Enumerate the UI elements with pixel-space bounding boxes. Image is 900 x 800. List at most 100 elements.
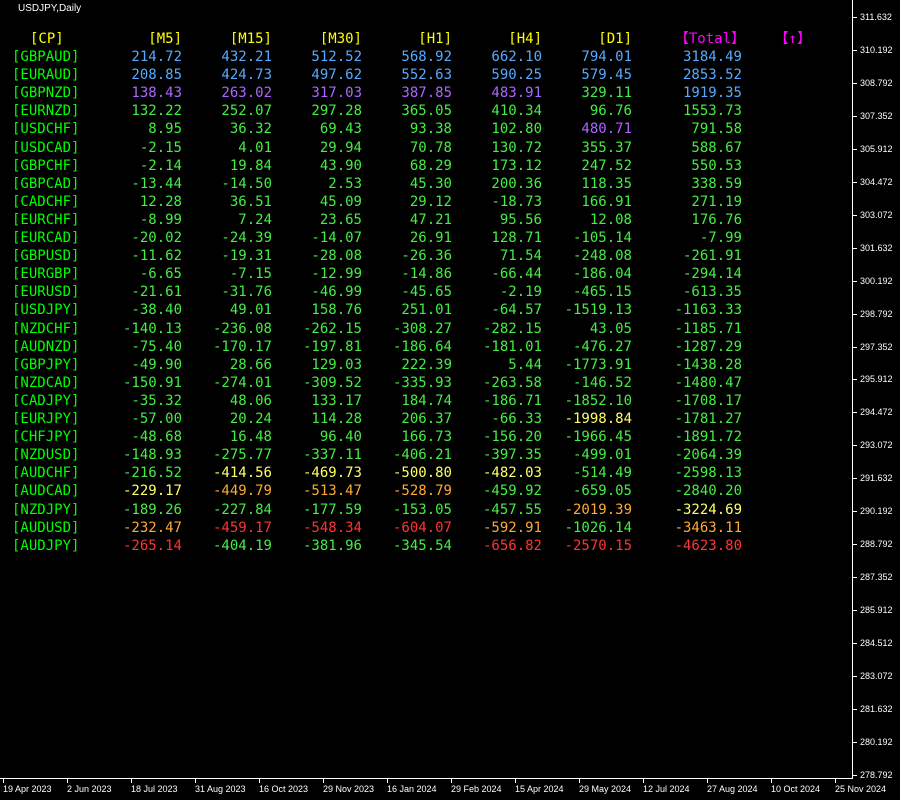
- value-cell: -1781.27: [674, 411, 742, 427]
- chart-area[interactable]: USDJPY,Daily [CP] [M5] [M15] [M30] [H1] [H4][…: [0, 0, 853, 779]
- value-cell: -156.20: [482, 429, 542, 446]
- value-cell: -457.55: [482, 501, 542, 518]
- price-label: 300.192: [860, 275, 893, 286]
- value-cell: 36.51: [229, 193, 272, 210]
- header-sort-arrow: 【↑】: [774, 31, 811, 47]
- value-cell: -274.01: [212, 374, 272, 391]
- time-tick: [259, 779, 260, 783]
- value-cell: 43.05: [589, 320, 632, 337]
- price-tick: [853, 82, 857, 84]
- value-cell: -20.02: [131, 230, 182, 246]
- time-tick: [131, 779, 132, 783]
- price-label: 283.072: [860, 671, 893, 681]
- time-tick: [643, 779, 644, 783]
- pair-label: [EURAUD]: [12, 67, 80, 84]
- value-cell: -1708.17: [674, 392, 742, 409]
- value-cell: 8.95: [148, 121, 182, 138]
- time-label: 18 Jul 2023: [131, 784, 178, 794]
- price-label: 305.912: [860, 143, 893, 154]
- value-cell: -613.35: [682, 284, 742, 301]
- pair-label: [AUDUSD]: [12, 519, 80, 536]
- value-cell: -459.17: [212, 519, 272, 536]
- time-tick: [515, 779, 516, 783]
- value-cell: 138.43: [131, 85, 182, 102]
- time-tick: [195, 779, 196, 783]
- value-cell: 133.17: [311, 392, 362, 409]
- pair-label: [USDCHF]: [12, 121, 80, 138]
- price-label: 288.792: [860, 539, 893, 550]
- header-h1: [H1]: [418, 31, 452, 47]
- value-cell: 662.10: [491, 49, 542, 65]
- price-tick: [853, 412, 857, 414]
- value-cell: -189.26: [122, 501, 182, 518]
- value-cell: 48.06: [229, 392, 272, 409]
- pair-label: [AUDJPY]: [12, 537, 80, 554]
- value-cell: 158.76: [311, 302, 362, 319]
- value-cell: 28.66: [229, 356, 272, 373]
- price-axis[interactable]: 311.632 310.192 308.792 307.352 305.912 304.4…: [853, 0, 900, 780]
- value-cell: -2570.15: [564, 537, 632, 554]
- value-cell: 69.43: [319, 121, 362, 138]
- price-label: 284.512: [860, 638, 893, 649]
- value-cell: 263.02: [221, 85, 272, 102]
- value-cell: -49.90: [131, 356, 182, 373]
- value-cell: 96.76: [589, 103, 632, 120]
- value-cell: -604.07: [392, 519, 452, 536]
- value-cell: 338.59: [691, 175, 742, 192]
- time-label: 25 Nov 2024: [835, 784, 887, 794]
- value-cell: -1480.47: [674, 374, 742, 391]
- value-cell: -282.15: [482, 320, 542, 337]
- price-label: 294.472: [860, 407, 893, 418]
- value-cell: -153.05: [392, 501, 452, 518]
- value-cell: -48.68: [131, 429, 182, 446]
- price-tick: [853, 741, 857, 743]
- time-axis[interactable]: 19 Apr 2023 2 Jun 2023 18 Jul 2023 31 Aug 2…: [0, 779, 886, 800]
- time-tick: [579, 779, 580, 783]
- value-cell: 29.94: [319, 139, 362, 156]
- value-cell: -186.04: [572, 266, 632, 283]
- value-cell: -263.58: [482, 374, 542, 391]
- header-m30: [M30]: [319, 31, 362, 47]
- value-cell: 365.05: [401, 103, 452, 120]
- value-cell: 5.44: [508, 356, 542, 373]
- pair-label: [GBPUSD]: [12, 248, 80, 265]
- value-cell: -528.79: [392, 483, 452, 500]
- header-cp: [CP]: [30, 31, 64, 47]
- value-cell: 1553.73: [682, 103, 742, 120]
- value-cell: -548.34: [302, 519, 362, 536]
- time-label: 15 Apr 2024: [515, 784, 564, 794]
- value-cell: -148.93: [122, 447, 182, 464]
- value-cell: -12.99: [311, 266, 362, 283]
- value-cell: 588.67: [691, 139, 742, 156]
- value-cell: 36.32: [229, 121, 272, 138]
- header-d1: [D1]: [598, 31, 632, 47]
- value-cell: -294.14: [682, 266, 742, 283]
- value-cell: 176.76: [691, 211, 742, 228]
- value-cell: -45.65: [401, 284, 452, 301]
- value-cell: 2.53: [328, 175, 362, 192]
- time-tick: [771, 779, 772, 783]
- price-tick: [853, 676, 857, 677]
- value-cell: 252.07: [221, 103, 272, 120]
- time-tick: [387, 779, 388, 783]
- value-cell: -514.49: [572, 465, 632, 482]
- price-label: 281.632: [860, 703, 893, 714]
- value-cell: -2598.13: [674, 465, 742, 482]
- value-cell: -181.01: [482, 338, 542, 355]
- value-cell: 424.73: [221, 67, 272, 84]
- time-label: 29 May 2024: [579, 784, 632, 794]
- pair-label: [EURNZD]: [12, 103, 80, 120]
- price-label: 278.792: [860, 769, 893, 780]
- value-cell: 68.29: [409, 157, 452, 174]
- price-tick: [853, 445, 857, 447]
- value-cell: -381.96: [302, 537, 362, 554]
- pair-label: [GBPCAD]: [12, 175, 80, 192]
- value-cell: 355.37: [581, 139, 632, 156]
- value-cell: -1026.14: [564, 519, 632, 536]
- price-tick: [853, 511, 857, 513]
- value-cell: 128.71: [491, 230, 542, 246]
- value-cell: -335.93: [392, 374, 452, 391]
- value-cell: -26.36: [401, 248, 452, 265]
- time-tick: [835, 779, 836, 783]
- value-cell: 432.21: [221, 49, 272, 65]
